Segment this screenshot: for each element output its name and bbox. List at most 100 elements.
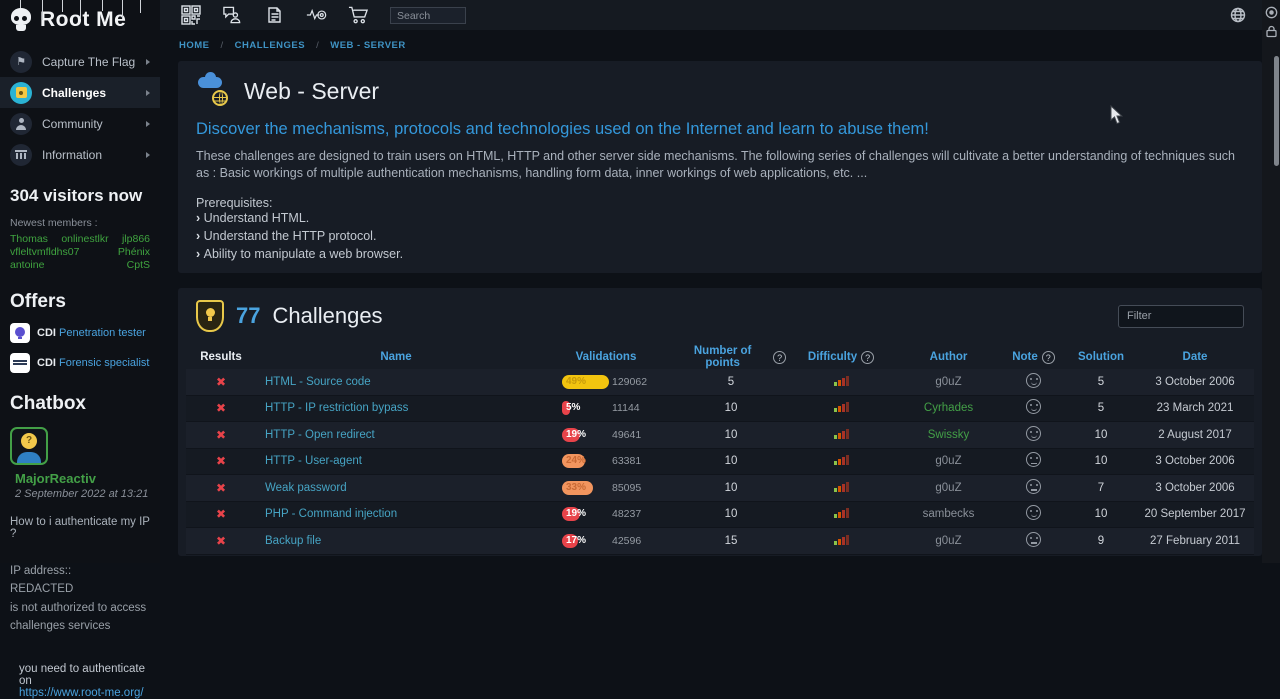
vertical-scrollbar[interactable]: [1274, 56, 1279, 166]
validations-count: 63381: [596, 455, 676, 467]
validation-percent-badge: 17%: [562, 534, 578, 548]
web-server-icon: [196, 75, 230, 107]
author-link[interactable]: g0uZ: [896, 482, 1001, 494]
column-solution[interactable]: Solution: [1066, 351, 1136, 363]
member-link[interactable]: antoine: [10, 259, 44, 271]
prerequisites-list: Understand HTML. Understand the HTTP pro…: [196, 210, 1244, 263]
author-link[interactable]: g0uZ: [896, 535, 1001, 547]
note-smiley-icon: [1026, 505, 1041, 520]
categories-qr-icon[interactable]: [180, 5, 201, 26]
column-results[interactable]: Results: [186, 351, 256, 363]
note-smiley-icon: [1026, 479, 1041, 494]
filter-input[interactable]: [1118, 305, 1244, 328]
author-link[interactable]: Swissky: [896, 429, 1001, 441]
breadcrumb-challenges[interactable]: CHALLENGES: [235, 40, 305, 51]
documents-icon[interactable]: [264, 5, 285, 26]
challenge-date: 3 October 2006: [1136, 376, 1254, 388]
shop-cart-icon[interactable]: [348, 5, 369, 26]
offer-forensic-specialist[interactable]: CDI Forensic specialist: [10, 353, 150, 373]
ctf-pulse-icon[interactable]: [306, 5, 327, 26]
avatar[interactable]: ?: [10, 427, 48, 465]
sidebar-item-challenges[interactable]: Challenges: [0, 77, 160, 108]
skull-logo-icon: [10, 8, 32, 32]
author-link[interactable]: sambecks: [896, 508, 1001, 520]
newest-members-label: Newest members :: [10, 217, 150, 229]
avatar-body-icon: [17, 452, 41, 463]
help-icon[interactable]: ?: [773, 351, 786, 364]
person-icon: [10, 113, 32, 135]
difficulty-icon: [834, 481, 849, 492]
chat-username[interactable]: MajorReactiv: [10, 471, 150, 486]
points-value: 10: [676, 402, 786, 414]
challenge-link[interactable]: HTTP - IP restriction bypass: [256, 402, 536, 414]
column-note[interactable]: Note?: [1001, 351, 1066, 364]
validations-count: 11144: [596, 402, 676, 414]
member-link[interactable]: Thomas: [10, 233, 48, 245]
offer-link[interactable]: Penetration tester: [59, 327, 146, 339]
author-link[interactable]: g0uZ: [896, 376, 1001, 388]
chevron-right-icon: [146, 152, 150, 158]
building-icon: [10, 144, 32, 166]
note-smiley-icon: [1026, 399, 1041, 414]
chat-footer-link[interactable]: https://www.root-me.org/: [10, 687, 150, 699]
column-name[interactable]: Name: [256, 351, 536, 363]
difficulty-icon: [834, 375, 849, 386]
target-circle-icon[interactable]: [1264, 5, 1278, 19]
avatar-face-icon: ?: [21, 433, 37, 449]
member-link[interactable]: vfleltvmfldhs07: [10, 246, 79, 258]
column-author[interactable]: Author: [896, 351, 1001, 363]
breadcrumb-home[interactable]: HOME: [179, 40, 210, 51]
member-link[interactable]: onlinestlkr: [61, 233, 108, 245]
help-icon[interactable]: ?: [861, 351, 874, 364]
chevron-right-icon: [146, 121, 150, 127]
lock-icon[interactable]: [1264, 24, 1278, 38]
not-validated-icon: ✖: [216, 428, 226, 442]
difficulty-icon: [834, 428, 849, 439]
challenge-date: 27 February 2011: [1136, 535, 1254, 547]
column-difficulty[interactable]: Difficulty?: [786, 351, 896, 364]
chevron-right-icon: [146, 90, 150, 96]
challenge-link[interactable]: HTTP - Open redirect: [256, 429, 536, 441]
language-globe-icon[interactable]: [1227, 5, 1248, 26]
not-validated-icon: ✖: [216, 401, 226, 415]
points-value: 10: [676, 482, 786, 494]
sidebar-item-community[interactable]: Community: [0, 108, 160, 139]
note-smiley-icon: [1026, 532, 1041, 547]
breadcrumb-web-server[interactable]: WEB - SERVER: [330, 40, 406, 51]
validation-percent-badge: 19%: [562, 507, 580, 521]
community-chat-icon[interactable]: [222, 5, 243, 26]
challenge-link[interactable]: HTTP - User-agent: [256, 455, 536, 467]
challenge-link[interactable]: HTML - Source code: [256, 376, 536, 388]
prerequisite-item: Ability to manipulate a web browser.: [196, 246, 1244, 264]
column-points[interactable]: Number of points?: [676, 345, 786, 369]
difficulty-icon: [834, 534, 849, 545]
challenge-link[interactable]: Backup file: [256, 535, 536, 547]
prerequisites-label: Prerequisites:: [196, 196, 1244, 210]
offer-logo-icon: [10, 353, 30, 373]
points-value: 10: [676, 508, 786, 520]
sidebar-item-capture-the-flag[interactable]: ⚑ Capture The Flag: [0, 46, 160, 77]
difficulty-icon: [834, 454, 849, 465]
table-row: ✖ Backup file 17% 42596 15 g0uZ 9 27 Feb…: [186, 528, 1254, 555]
challenge-link[interactable]: PHP - Command injection: [256, 508, 536, 520]
author-link[interactable]: Cyrhades: [896, 402, 1001, 414]
validation-percent-badge: 24%: [562, 454, 585, 468]
column-date[interactable]: Date: [1136, 351, 1254, 363]
member-link[interactable]: Phénix: [118, 246, 150, 258]
challenges-badge-icon: [196, 300, 224, 332]
search-box: [390, 6, 466, 25]
main-content: HOME / CHALLENGES / WEB - SERVER Web - S…: [160, 30, 1262, 563]
offer-penetration-tester[interactable]: CDI Penetration tester: [10, 323, 150, 343]
challenge-date: 3 October 2006: [1136, 482, 1254, 494]
help-icon[interactable]: ?: [1042, 351, 1055, 364]
author-link[interactable]: g0uZ: [896, 455, 1001, 467]
member-link[interactable]: jlp866: [122, 233, 150, 245]
note-smiley-icon: [1026, 426, 1041, 441]
challenge-link[interactable]: Weak password: [256, 482, 536, 494]
sidebar-item-information[interactable]: Information: [0, 139, 160, 170]
column-validations[interactable]: Validations: [536, 351, 676, 363]
member-link[interactable]: CptS: [127, 259, 150, 271]
difficulty-icon: [834, 401, 849, 412]
search-input[interactable]: [390, 7, 466, 24]
offer-link[interactable]: Forensic specialist: [59, 357, 149, 369]
